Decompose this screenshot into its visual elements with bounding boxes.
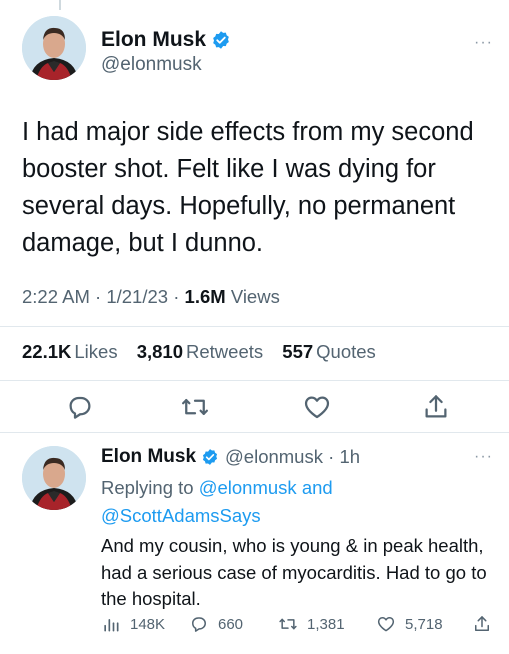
retweets-count: 3,810: [136, 341, 184, 362]
retweets-stat[interactable]: 3,810 Retweets: [137, 341, 263, 362]
author-avatar[interactable]: [22, 16, 86, 80]
like-icon[interactable]: [302, 392, 332, 422]
retweet-icon[interactable]: [180, 392, 210, 422]
verified-badge-icon: [211, 30, 231, 50]
tweet-text: I had major side effects from my second …: [22, 118, 474, 257]
like-icon: [377, 617, 395, 632]
reply-retweet-button[interactable]: 1,381: [278, 614, 345, 634]
reply-views-count: 148K: [130, 615, 166, 633]
tweet-date[interactable]: 1/21/23: [106, 286, 168, 307]
author-handle[interactable]: @elonmusk: [101, 54, 202, 76]
quotes-label: Quotes: [316, 341, 376, 362]
reply-author-name[interactable]: Elon Musk: [101, 446, 196, 468]
reply-share-button[interactable]: [472, 614, 501, 634]
reply-author-handle[interactable]: @elonmusk: [225, 446, 323, 468]
reply-icon: [192, 617, 206, 632]
avatar-image: [22, 16, 86, 80]
verified-badge-icon: [201, 448, 219, 466]
avatar-image: [22, 446, 86, 510]
replying-to-user[interactable]: @ScottAdamsSays: [101, 505, 261, 526]
reply-reply-button[interactable]: 660: [189, 614, 243, 634]
likes-count: 22.1K: [22, 341, 72, 362]
replying-to-user[interactable]: @elonmusk: [199, 477, 297, 498]
replying-to: Replying to @elonmusk and @ScottAdamsSay…: [101, 474, 501, 530]
views-count: 1.6M: [184, 286, 226, 307]
likes-label: Likes: [74, 341, 118, 362]
share-icon[interactable]: [421, 392, 451, 422]
tweet-meta: 2:22 AM · 1/21/23 · 1.6M Views: [22, 286, 280, 308]
reply-action-bar: 148K 660 1,381 5,718: [0, 614, 509, 640]
author-name[interactable]: Elon Musk: [101, 28, 206, 52]
quotes-count: 557: [282, 341, 314, 362]
replying-to-prefix: Replying to: [101, 477, 194, 498]
divider: [0, 432, 509, 433]
more-icon[interactable]: ···: [474, 35, 493, 51]
reply-text: And my cousin, who is young & in peak he…: [101, 535, 487, 609]
divider: [0, 326, 509, 327]
replying-to-and: and: [301, 477, 333, 498]
reply-icon[interactable]: [65, 392, 95, 422]
views-label: Views: [230, 286, 280, 307]
tweet-stats: 22.1K Likes 3,810 Retweets 557 Quotes: [22, 341, 376, 363]
reply-header: Elon Musk @elonmusk · 1h: [101, 446, 360, 468]
author-name-row: Elon Musk: [101, 28, 231, 52]
quotes-stat[interactable]: 557 Quotes: [282, 341, 376, 362]
reply-author-avatar[interactable]: [22, 446, 86, 510]
author-handle-row: @elonmusk: [101, 54, 202, 76]
share-icon: [475, 616, 489, 631]
reply-retweets-count: 1,381: [307, 615, 345, 633]
reply-replies-count: 660: [218, 615, 244, 633]
reply-views-button[interactable]: 148K: [101, 614, 165, 634]
more-icon[interactable]: ···: [474, 449, 493, 465]
views-icon: [104, 619, 119, 632]
reply-like-button[interactable]: 5,718: [376, 614, 443, 634]
likes-stat[interactable]: 22.1K Likes: [22, 341, 118, 362]
meta-separator: ·: [173, 286, 185, 307]
meta-separator: ·: [95, 286, 107, 307]
retweet-icon: [279, 618, 297, 630]
tweet-time[interactable]: 2:22 AM: [22, 286, 90, 307]
thread-line: [59, 0, 61, 10]
meta-separator: ·: [322, 446, 340, 467]
reply-likes-count: 5,718: [405, 615, 443, 633]
retweets-label: Retweets: [186, 341, 264, 362]
reply-age[interactable]: 1h: [339, 446, 360, 468]
divider: [0, 380, 509, 381]
